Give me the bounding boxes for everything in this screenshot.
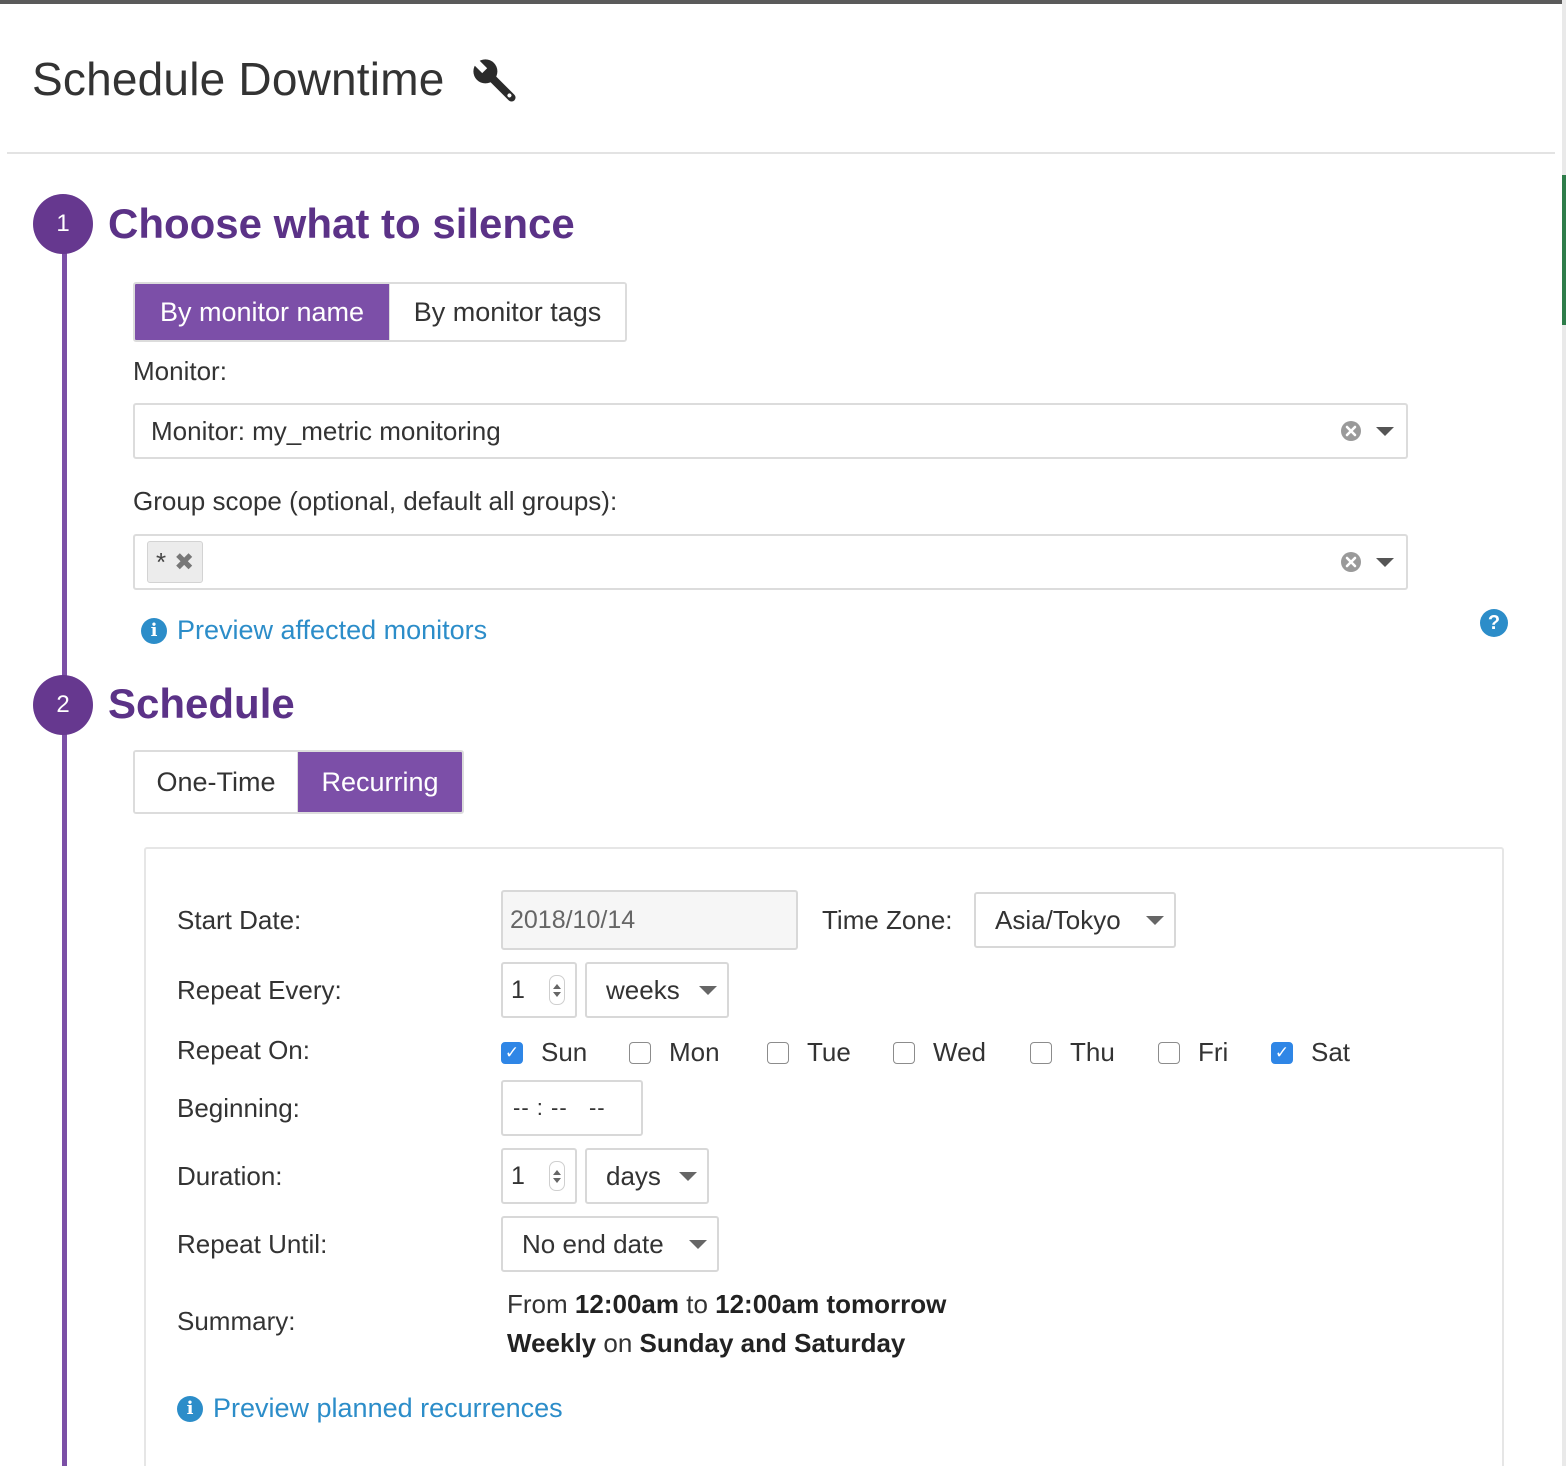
duration-stepper[interactable]: 1 <box>501 1148 577 1204</box>
day-label-thu: Thu <box>1070 1037 1115 1067</box>
step-1-badge: 1 <box>33 194 93 254</box>
step-timeline <box>62 226 67 1466</box>
duration-unit-value: days <box>606 1160 661 1191</box>
summary-frequency: Weekly <box>507 1328 597 1358</box>
day-sat[interactable]: ✓ Sat <box>1271 1037 1350 1068</box>
step-2-title: Schedule <box>108 680 295 727</box>
silence-mode-toggle: By monitor name By monitor tags <box>133 282 627 342</box>
checkbox-mon[interactable] <box>629 1041 651 1064</box>
chevron-down-icon <box>1146 915 1164 925</box>
monitor-label: Monitor: <box>133 356 227 386</box>
duration-label: Duration: <box>177 1161 283 1191</box>
schedule-downtime-page: Schedule Downtime 1 Choose what to silen… <box>0 0 1566 1466</box>
day-label-wed: Wed <box>933 1037 986 1067</box>
checkbox-thu[interactable] <box>1030 1041 1052 1064</box>
stepper-arrows-icon[interactable] <box>549 1161 565 1191</box>
day-thu[interactable]: Thu <box>1030 1037 1115 1068</box>
day-sun[interactable]: ✓ Sun <box>501 1037 587 1068</box>
day-label-sat: Sat <box>1311 1037 1351 1067</box>
right-edge-accent <box>1562 175 1566 325</box>
preview-affected-monitors-label: Preview affected monitors <box>177 615 488 645</box>
tab-recurring[interactable]: Recurring <box>297 752 462 812</box>
recurring-panel <box>144 847 1504 1466</box>
summary-start-time: 12:00am <box>574 1289 679 1319</box>
stepper-arrows-icon[interactable] <box>549 975 565 1005</box>
day-wed[interactable]: Wed <box>893 1037 986 1068</box>
start-date-label: Start Date: <box>177 905 302 935</box>
chevron-down-icon <box>699 985 717 995</box>
summary-on: on <box>603 1328 633 1358</box>
tab-one-time[interactable]: One-Time <box>135 752 297 812</box>
step-1-title: Choose what to silence <box>108 200 575 247</box>
start-date-input[interactable]: 2018/10/14 <box>501 890 798 950</box>
tab-by-monitor-name[interactable]: By monitor name <box>135 284 389 340</box>
monitor-select[interactable]: Monitor: my_metric monitoring <box>133 403 1408 459</box>
checkbox-sat[interactable]: ✓ <box>1271 1041 1293 1064</box>
summary-to: to <box>686 1289 708 1319</box>
day-label-sun: Sun <box>541 1037 588 1067</box>
summary-from: From <box>507 1289 568 1319</box>
page-title: Schedule Downtime <box>32 53 445 105</box>
time-zone-select[interactable]: Asia/Tokyo <box>974 892 1176 948</box>
checkbox-wed[interactable] <box>893 1041 915 1064</box>
repeat-until-select[interactable]: No end date <box>501 1216 719 1272</box>
info-icon: i <box>141 617 167 644</box>
preview-planned-recurrences-label: Preview planned recurrences <box>213 1393 563 1423</box>
chip-remove-icon[interactable]: ✖ <box>174 548 194 577</box>
time-zone-label: Time Zone: <box>822 905 953 935</box>
group-scope-label: Group scope (optional, default all group… <box>133 486 618 516</box>
duration-value: 1 <box>511 1161 525 1190</box>
chip-label: * <box>156 546 167 577</box>
preview-affected-monitors-link[interactable]: i Preview affected monitors <box>141 615 487 646</box>
repeat-until-value: No end date <box>522 1228 664 1259</box>
info-icon: i <box>177 1395 203 1422</box>
summary-line-1: From 12:00am to 12:00am tomorrow <box>507 1285 946 1324</box>
day-label-fri: Fri <box>1198 1037 1229 1067</box>
duration-unit-select[interactable]: days <box>585 1148 709 1204</box>
chevron-down-icon[interactable] <box>1376 426 1394 436</box>
wrench-icon <box>473 59 516 102</box>
chevron-down-icon <box>689 1239 707 1249</box>
clear-icon[interactable] <box>1340 551 1362 573</box>
day-mon[interactable]: Mon <box>629 1037 720 1068</box>
chevron-down-icon[interactable] <box>1376 557 1394 567</box>
repeat-unit-value: weeks <box>606 974 680 1005</box>
day-tue[interactable]: Tue <box>767 1037 851 1068</box>
beginning-label: Beginning: <box>177 1093 300 1123</box>
checkbox-fri[interactable] <box>1158 1041 1180 1064</box>
schedule-type-toggle: One-Time Recurring <box>133 750 464 814</box>
day-label-mon: Mon <box>669 1037 720 1067</box>
summary-line-2: Weekly on Sunday and Saturday <box>507 1324 946 1363</box>
day-label-tue: Tue <box>807 1037 851 1067</box>
monitor-select-value: Monitor: my_metric monitoring <box>151 415 501 446</box>
repeat-every-value: 1 <box>511 975 525 1004</box>
repeat-every-label: Repeat Every: <box>177 975 342 1005</box>
time-zone-value: Asia/Tokyo <box>995 904 1121 935</box>
clear-icon[interactable] <box>1340 420 1362 442</box>
checkbox-sun[interactable]: ✓ <box>501 1041 523 1064</box>
preview-planned-recurrences-link[interactable]: i Preview planned recurrences <box>177 1393 563 1424</box>
day-fri[interactable]: Fri <box>1158 1037 1228 1068</box>
checkbox-tue[interactable] <box>767 1041 789 1064</box>
repeat-every-stepper[interactable]: 1 <box>501 962 577 1018</box>
summary-text: From 12:00am to 12:00am tomorrow Weekly … <box>507 1285 946 1363</box>
summary-label: Summary: <box>177 1306 296 1336</box>
summary-end-time: 12:00am tomorrow <box>715 1289 947 1319</box>
help-icon[interactable]: ? <box>1480 609 1508 637</box>
repeat-unit-select[interactable]: weeks <box>585 962 729 1018</box>
tab-by-monitor-tags[interactable]: By monitor tags <box>389 284 625 340</box>
group-scope-chip: * ✖ <box>147 541 204 583</box>
summary-days: Sunday and Saturday <box>639 1328 906 1358</box>
repeat-on-label: Repeat On: <box>177 1035 310 1065</box>
header-divider <box>7 152 1555 154</box>
chevron-down-icon <box>679 1171 697 1181</box>
top-bar <box>0 0 1566 4</box>
step-2-badge: 2 <box>33 675 93 735</box>
beginning-time-input[interactable]: -- : -- -- <box>501 1080 643 1136</box>
repeat-until-label: Repeat Until: <box>177 1229 328 1259</box>
group-scope-select[interactable]: * ✖ <box>133 534 1408 590</box>
